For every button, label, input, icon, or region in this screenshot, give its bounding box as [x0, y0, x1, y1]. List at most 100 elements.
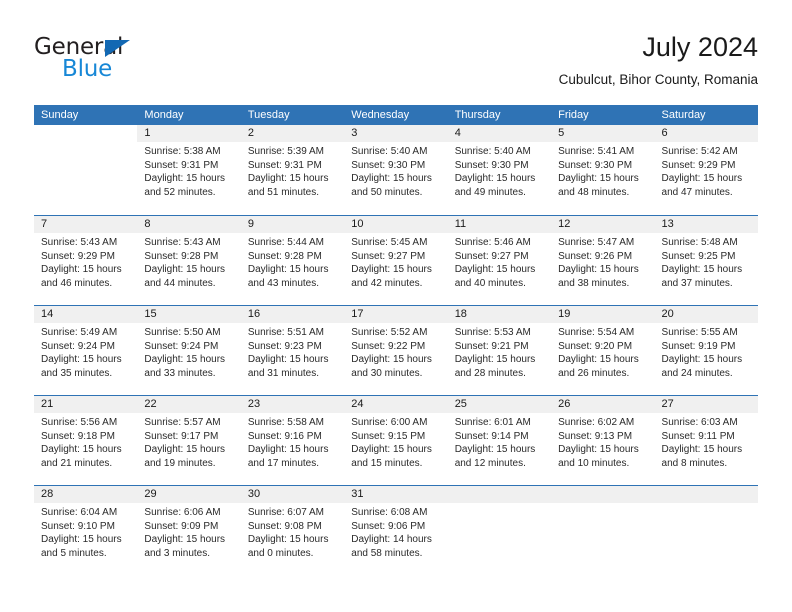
- weekday-header-friday: Friday: [558, 109, 589, 121]
- calendar-day-cell[interactable]: 9 Sunrise: 5:44 AM Sunset: 9:28 PM Daylight…: [241, 216, 344, 305]
- day-sunset-text: Sunset: 9:08 PM: [247, 520, 322, 532]
- day-sunset-text: Sunset: 9:21 PM: [454, 340, 529, 352]
- day-sun-info: Sunrise: 5:58 AM Sunset: 9:16 PM Daylight:…: [248, 416, 337, 470]
- day-sun-info: Sunrise: 5:57 AM Sunset: 9:17 PM Daylight:…: [144, 416, 233, 470]
- day-sunrise-text: Sunrise: 5:44 AM: [247, 237, 324, 248]
- day-daylight-line1-text: Daylight: 15 hours: [247, 354, 329, 365]
- day-daylight-line2-text: and 5 minutes.: [41, 547, 107, 559]
- calendar-day-cell[interactable]: 30 Sunrise: 6:07 AM Sunset: 9:08 PM Dayligh…: [241, 486, 344, 575]
- calendar-day-cell[interactable]: 7 Sunrise: 5:43 AM Sunset: 9:29 PM Daylight…: [34, 216, 137, 305]
- day-number: 4: [454, 127, 461, 139]
- calendar-day-cell[interactable]: 15 Sunrise: 5:50 AM Sunset: 9:24 PM Dayligh…: [137, 306, 240, 395]
- day-daylight-line1-text: Daylight: 15 hours: [247, 264, 329, 275]
- calendar-day-cell[interactable]: 28 Sunrise: 6:04 AM Sunset: 9:10 PM Dayligh…: [34, 486, 137, 575]
- day-sunrise-text: Sunrise: 5:47 AM: [558, 237, 635, 248]
- calendar-day-cell[interactable]: 21 Sunrise: 5:56 AM Sunset: 9:18 PM Dayligh…: [34, 396, 137, 485]
- day-sun-info: Sunrise: 6:02 AM Sunset: 9:13 PM Daylight:…: [558, 416, 647, 470]
- calendar-day-cell[interactable]: 3 Sunrise: 5:40 AM Sunset: 9:30 PM Daylight…: [344, 125, 447, 215]
- day-number: 16: [247, 308, 261, 320]
- calendar-day-cell[interactable]: 14 Sunrise: 5:49 AM Sunset: 9:24 PM Dayligh…: [34, 306, 137, 395]
- calendar-day-cell[interactable]: 20 Sunrise: 5:55 AM Sunset: 9:19 PM Dayligh…: [655, 306, 758, 395]
- calendar-day-cell-empty: [448, 486, 551, 575]
- weekday-header-row: Sunday Monday Tuesday Wednesday Thursday Frid…: [34, 105, 758, 125]
- day-daylight-line1-text: Daylight: 15 hours: [144, 173, 226, 184]
- day-daylight-line2-text: and 50 minutes.: [351, 186, 423, 198]
- day-daylight-line1-text: Daylight: 15 hours: [351, 173, 432, 184]
- day-daylight-line2-text: and 0 minutes.: [247, 547, 314, 559]
- day-daylight-line1-text: Daylight: 15 hours: [351, 354, 432, 365]
- calendar-day-cell[interactable]: 2 Sunrise: 5:39 AM Sunset: 9:31 PM Daylight…: [241, 125, 344, 215]
- day-sun-info: Sunrise: 6:03 AM Sunset: 9:11 PM Daylight:…: [662, 416, 751, 470]
- day-daylight-line1-text: Daylight: 15 hours: [454, 173, 536, 184]
- calendar-day-cell[interactable]: 31 Sunrise: 6:08 AM Sunset: 9:06 PM Dayligh…: [344, 486, 447, 575]
- day-number: 5: [558, 127, 565, 139]
- day-daylight-line1-text: Daylight: 15 hours: [351, 444, 432, 455]
- day-number: 13: [661, 218, 674, 230]
- day-sunset-text: Sunset: 9:10 PM: [41, 520, 115, 532]
- day-number: 11: [454, 218, 467, 230]
- day-sunrise-text: Sunrise: 5:39 AM: [247, 146, 324, 157]
- day-daylight-line1-text: Daylight: 15 hours: [247, 173, 329, 184]
- day-sun-info: Sunrise: 5:50 AM Sunset: 9:24 PM Daylight:…: [144, 326, 233, 380]
- day-number: 27: [661, 398, 674, 410]
- day-sunrise-text: Sunrise: 5:46 AM: [454, 237, 531, 248]
- calendar-day-cell[interactable]: 8 Sunrise: 5:43 AM Sunset: 9:28 PM Daylight…: [137, 216, 240, 305]
- day-sunrise-text: Sunrise: 5:52 AM: [351, 327, 428, 338]
- day-daylight-line2-text: and 33 minutes.: [144, 367, 216, 379]
- day-sunrise-text: Sunrise: 6:00 AM: [351, 417, 428, 428]
- day-sunset-text: Sunset: 9:06 PM: [351, 520, 426, 532]
- day-daylight-line2-text: and 26 minutes.: [558, 367, 630, 379]
- day-number: 18: [454, 308, 467, 320]
- day-sunrise-text: Sunrise: 5:55 AM: [661, 327, 738, 338]
- day-sunset-text: Sunset: 9:31 PM: [144, 159, 219, 171]
- calendar-day-cell[interactable]: 4 Sunrise: 5:40 AM Sunset: 9:30 PM Daylight…: [448, 125, 551, 215]
- day-daylight-line2-text: and 52 minutes.: [144, 186, 216, 198]
- day-daylight-line2-text: and 30 minutes.: [351, 367, 423, 379]
- general-blue-logo[interactable]: General Blue: [34, 34, 204, 90]
- day-daylight-line2-text: and 21 minutes.: [41, 457, 113, 469]
- calendar-day-cell[interactable]: 1 Sunrise: 5:38 AM Sunset: 9:31 PM Daylight…: [137, 125, 240, 215]
- calendar-day-cell[interactable]: 13 Sunrise: 5:48 AM Sunset: 9:25 PM Dayligh…: [655, 216, 758, 305]
- calendar-week-row: 21 Sunrise: 5:56 AM Sunset: 9:18 PM Dayligh…: [34, 395, 758, 485]
- calendar-day-cell[interactable]: 10 Sunrise: 5:45 AM Sunset: 9:27 PM Dayligh…: [344, 216, 447, 305]
- day-sunset-text: Sunset: 9:16 PM: [247, 430, 322, 442]
- calendar-day-cell[interactable]: 5 Sunrise: 5:41 AM Sunset: 9:30 PM Daylight…: [551, 125, 654, 215]
- day-number: 17: [351, 308, 364, 320]
- calendar-day-cell[interactable]: 11 Sunrise: 5:46 AM Sunset: 9:27 PM Dayligh…: [448, 216, 551, 305]
- day-daylight-line2-text: and 48 minutes.: [558, 186, 630, 198]
- day-sunrise-text: Sunrise: 5:51 AM: [247, 327, 324, 338]
- calendar-day-cell[interactable]: 6 Sunrise: 5:42 AM Sunset: 9:29 PM Daylight…: [655, 125, 758, 215]
- day-sun-info: Sunrise: 5:44 AM Sunset: 9:28 PM Daylight:…: [248, 236, 337, 290]
- day-sunset-text: Sunset: 9:30 PM: [558, 159, 633, 171]
- calendar-day-cell[interactable]: 16 Sunrise: 5:51 AM Sunset: 9:23 PM Dayligh…: [241, 306, 344, 395]
- calendar-day-cell[interactable]: 27 Sunrise: 6:03 AM Sunset: 9:11 PM Dayligh…: [655, 396, 758, 485]
- calendar-week-row: 7 Sunrise: 5:43 AM Sunset: 9:29 PM Daylight…: [34, 215, 758, 305]
- calendar-day-cell[interactable]: 25 Sunrise: 6:01 AM Sunset: 9:14 PM Dayligh…: [448, 396, 551, 485]
- calendar-day-cell[interactable]: 22 Sunrise: 5:57 AM Sunset: 9:17 PM Dayligh…: [137, 396, 240, 485]
- day-sun-info: Sunrise: 5:40 AM Sunset: 9:30 PM Daylight:…: [455, 145, 544, 199]
- day-sunrise-text: Sunrise: 5:41 AM: [558, 146, 635, 157]
- calendar-day-cell[interactable]: 24 Sunrise: 6:00 AM Sunset: 9:15 PM Dayligh…: [344, 396, 447, 485]
- calendar-day-cell[interactable]: 12 Sunrise: 5:47 AM Sunset: 9:26 PM Dayligh…: [551, 216, 654, 305]
- day-sunset-text: Sunset: 9:23 PM: [247, 340, 322, 352]
- day-sun-info: Sunrise: 6:04 AM Sunset: 9:10 PM Daylight:…: [41, 506, 130, 560]
- calendar-day-cell[interactable]: 17 Sunrise: 5:52 AM Sunset: 9:22 PM Dayligh…: [344, 306, 447, 395]
- day-sunrise-text: Sunrise: 6:04 AM: [41, 507, 118, 518]
- day-sunset-text: Sunset: 9:15 PM: [351, 430, 426, 442]
- logo-triangle-icon: [105, 40, 130, 57]
- day-daylight-line1-text: Daylight: 15 hours: [144, 264, 226, 275]
- day-sunset-text: Sunset: 9:19 PM: [661, 340, 736, 352]
- calendar-day-cell[interactable]: 18 Sunrise: 5:53 AM Sunset: 9:21 PM Dayligh…: [448, 306, 551, 395]
- day-sunrise-text: Sunrise: 5:50 AM: [144, 327, 221, 338]
- day-daylight-line2-text: and 37 minutes.: [661, 277, 733, 289]
- day-number: 10: [351, 218, 364, 230]
- calendar-day-cell[interactable]: 19 Sunrise: 5:54 AM Sunset: 9:20 PM Dayligh…: [551, 306, 654, 395]
- calendar-day-cell[interactable]: 29 Sunrise: 6:06 AM Sunset: 9:09 PM Dayligh…: [137, 486, 240, 575]
- day-number: 19: [558, 308, 571, 320]
- day-daylight-line1-text: Daylight: 15 hours: [351, 264, 432, 275]
- day-daylight-line1-text: Daylight: 15 hours: [661, 173, 743, 184]
- calendar-day-cell[interactable]: 26 Sunrise: 6:02 AM Sunset: 9:13 PM Dayligh…: [551, 396, 654, 485]
- calendar-day-cell[interactable]: 23 Sunrise: 5:58 AM Sunset: 9:16 PM Dayligh…: [241, 396, 344, 485]
- day-daylight-line1-text: Daylight: 15 hours: [41, 444, 122, 455]
- day-number: 6: [661, 127, 668, 139]
